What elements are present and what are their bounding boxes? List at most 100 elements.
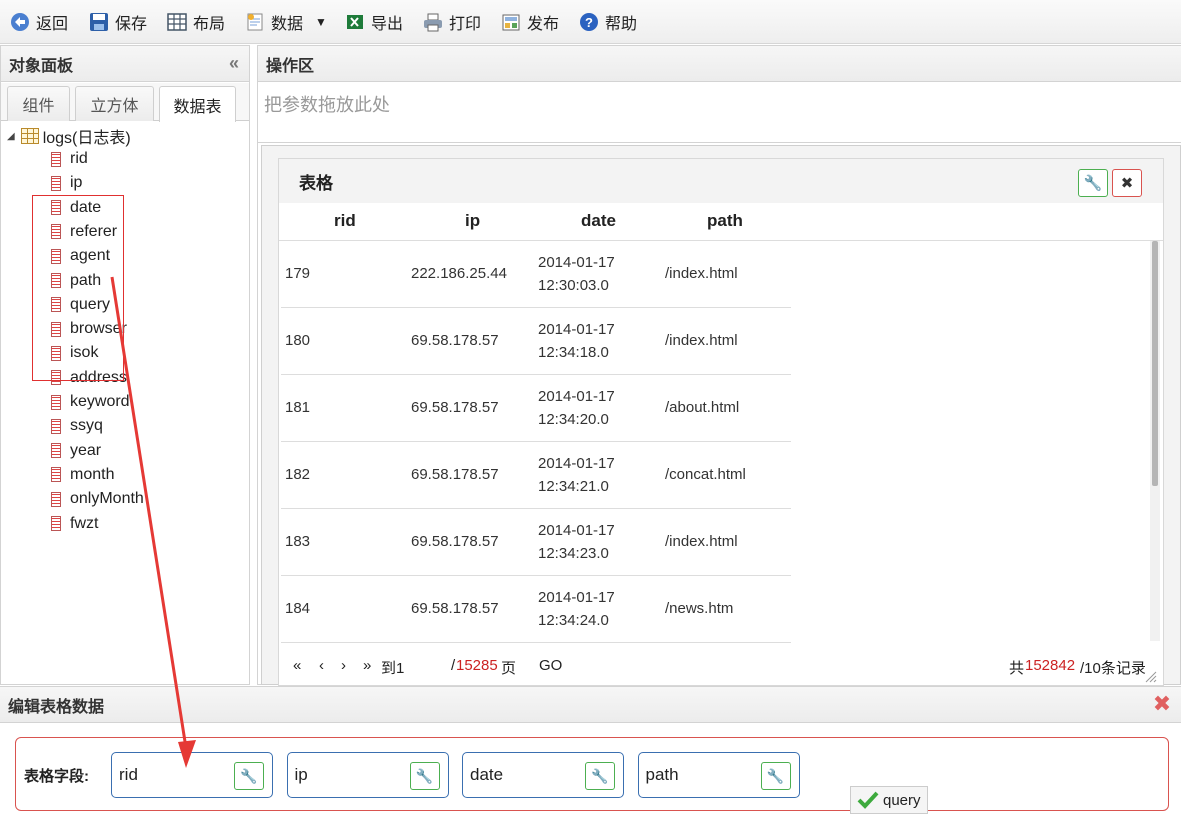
publish-button[interactable]: 发布: [501, 8, 559, 36]
print-button[interactable]: 打印: [423, 8, 481, 36]
pager: « ‹ › » 到1 / 15285 页 GO 共 152842 /10条记录: [279, 645, 1163, 685]
data-menu-button[interactable]: 数据 ▼: [245, 8, 327, 36]
table-row[interactable]: 179 222.186.25.44 2014-01-17 12:30:03.0/ind…: [281, 241, 791, 308]
field-label: ssyq: [70, 417, 103, 435]
layout-grid-icon: [167, 13, 187, 31]
field-label: month: [70, 465, 115, 483]
object-panel: 对象面板 « 组件 立方体 数据表 ◢ logs(日志表) rid ip date r…: [0, 45, 250, 685]
tree-field-onlyMonth[interactable]: onlyMonth: [51, 488, 144, 510]
cell-rid: 180: [285, 332, 311, 349]
svg-text:?: ?: [585, 15, 593, 30]
wrench-icon[interactable]: 🔧: [234, 762, 264, 790]
parameter-drop-zone[interactable]: 把参数拖放此处: [258, 83, 1181, 143]
close-icon[interactable]: ✖: [1151, 693, 1173, 715]
cell-path: /index.html: [665, 332, 738, 349]
total-pages: 15285: [456, 657, 498, 674]
tree-field-keyword[interactable]: keyword: [51, 391, 130, 413]
column-header-ip[interactable]: ip: [465, 211, 480, 231]
cell-rid: 182: [285, 466, 311, 483]
wrench-icon: 🔧: [1083, 175, 1103, 192]
cell-date2: 12:34:18.0: [538, 344, 609, 361]
field-chip-date[interactable]: date 🔧: [462, 752, 624, 798]
cell-date1: 2014-01-17: [538, 388, 615, 405]
tab-components[interactable]: 组件: [7, 86, 70, 121]
tree-field-month[interactable]: month: [51, 464, 114, 486]
table-fields-box[interactable]: 表格字段: rid 🔧 ip 🔧 date 🔧 path 🔧: [15, 737, 1169, 811]
cell-date2: 12:34:21.0: [538, 478, 609, 495]
drag-tooltip-label: query: [883, 791, 921, 809]
cell-date1: 2014-01-17: [538, 254, 615, 271]
page-suffix: 页: [501, 660, 517, 677]
expand-triangle-icon[interactable]: ◢: [7, 131, 15, 142]
data-label: 数据: [271, 16, 304, 33]
remove-widget-button[interactable]: ✖: [1112, 169, 1142, 197]
field-label: keyword: [70, 393, 130, 410]
page-input[interactable]: 到1: [381, 657, 404, 678]
field-label: fwzt: [70, 514, 99, 532]
print-label: 打印: [449, 16, 482, 33]
tree-field-ip[interactable]: ip: [51, 172, 82, 194]
field-icon: [51, 443, 61, 459]
prev-page-button[interactable]: ‹: [319, 657, 324, 674]
column-header-date[interactable]: date: [581, 211, 616, 231]
export-button[interactable]: 导出: [345, 8, 403, 36]
cell-ip: 69.58.178.57: [411, 399, 499, 416]
publish-label: 发布: [527, 16, 560, 33]
tree-node-logs[interactable]: ◢ logs(日志表): [7, 124, 131, 148]
table-row[interactable]: 181 69.58.178.57 2014-01-17 12:34:20.0/abou…: [281, 375, 791, 442]
wrench-icon[interactable]: 🔧: [585, 762, 615, 790]
selection-highlight-box: [32, 195, 124, 381]
cell-date2: 12:34:24.0: [538, 612, 609, 629]
cell-date1: 2014-01-17: [538, 321, 615, 338]
collapse-left-icon[interactable]: «: [229, 53, 239, 74]
field-chip-ip[interactable]: ip 🔧: [286, 752, 449, 798]
column-header-rid[interactable]: rid: [334, 211, 356, 231]
table-widget-header: 表格 🔧 ✖: [279, 159, 1163, 203]
tree-field-rid[interactable]: rid: [51, 148, 88, 170]
tab-cubes[interactable]: 立方体: [75, 86, 154, 121]
field-chip-path[interactable]: path 🔧: [637, 752, 800, 798]
cell-rid: 181: [285, 399, 311, 416]
canvas-frame: 表格 🔧 ✖ rid ip date path 179 222.186.25.44…: [261, 145, 1181, 686]
table-widget-title: 表格: [299, 173, 333, 193]
go-button[interactable]: GO: [539, 657, 562, 674]
table-widget: 表格 🔧 ✖ rid ip date path 179 222.186.25.44…: [278, 158, 1164, 686]
table-row[interactable]: 183 69.58.178.57 2014-01-17 12:34:23.0/inde…: [281, 509, 791, 576]
field-chip-rid[interactable]: rid 🔧: [111, 752, 273, 798]
scrollbar-thumb[interactable]: [1152, 241, 1158, 486]
tree-field-fwzt[interactable]: fwzt: [51, 513, 98, 535]
last-page-button[interactable]: »: [363, 657, 371, 674]
printer-icon: [424, 13, 442, 32]
cell-ip: 69.58.178.57: [411, 332, 499, 349]
field-label: rid: [70, 150, 88, 167]
table-row[interactable]: 180 69.58.178.57 2014-01-17 12:34:18.0/inde…: [281, 308, 791, 375]
tree-field-year[interactable]: year: [51, 440, 101, 462]
resize-grip-icon[interactable]: [1145, 671, 1157, 683]
editor-header: 编辑表格数据 ✖: [0, 687, 1181, 723]
layout-button[interactable]: 布局: [167, 8, 225, 36]
cell-ip: 69.58.178.57: [411, 466, 499, 483]
save-button[interactable]: 保存: [89, 8, 147, 36]
table-row[interactable]: 184 69.58.178.57 2014-01-17 12:34:24.0/news…: [281, 576, 791, 643]
next-page-button[interactable]: ›: [341, 657, 346, 674]
tree-field-ssyq[interactable]: ssyq: [51, 415, 103, 437]
edit-table-data-panel: 编辑表格数据 ✖ 表格字段: rid 🔧 ip 🔧 date 🔧 path 🔧: [0, 686, 1181, 830]
save-label: 保存: [115, 16, 148, 33]
drag-tooltip: query: [850, 786, 928, 814]
help-button[interactable]: ? 帮助: [579, 8, 637, 36]
toolbar: 返回 保存 布局 数据 ▼ 导出 打印 发布 ? 帮助: [0, 0, 1181, 44]
data-doc-icon: [247, 13, 263, 31]
wrench-icon[interactable]: 🔧: [760, 762, 791, 790]
back-button[interactable]: 返回: [10, 8, 68, 36]
back-arrow-icon: [11, 13, 29, 31]
wrench-icon[interactable]: 🔧: [409, 762, 440, 790]
table-row[interactable]: 182 69.58.178.57 2014-01-17 12:34:21.0/conc…: [281, 442, 791, 509]
cell-date1: 2014-01-17: [538, 589, 615, 606]
tab-data-tables[interactable]: 数据表: [159, 86, 236, 122]
settings-button[interactable]: 🔧: [1078, 169, 1108, 197]
field-icon: [51, 175, 61, 191]
first-page-button[interactable]: «: [293, 657, 301, 674]
drop-hint: 把参数拖放此处: [264, 95, 390, 115]
column-header-path[interactable]: path: [707, 211, 743, 231]
operation-area-header: 操作区: [258, 46, 1181, 82]
